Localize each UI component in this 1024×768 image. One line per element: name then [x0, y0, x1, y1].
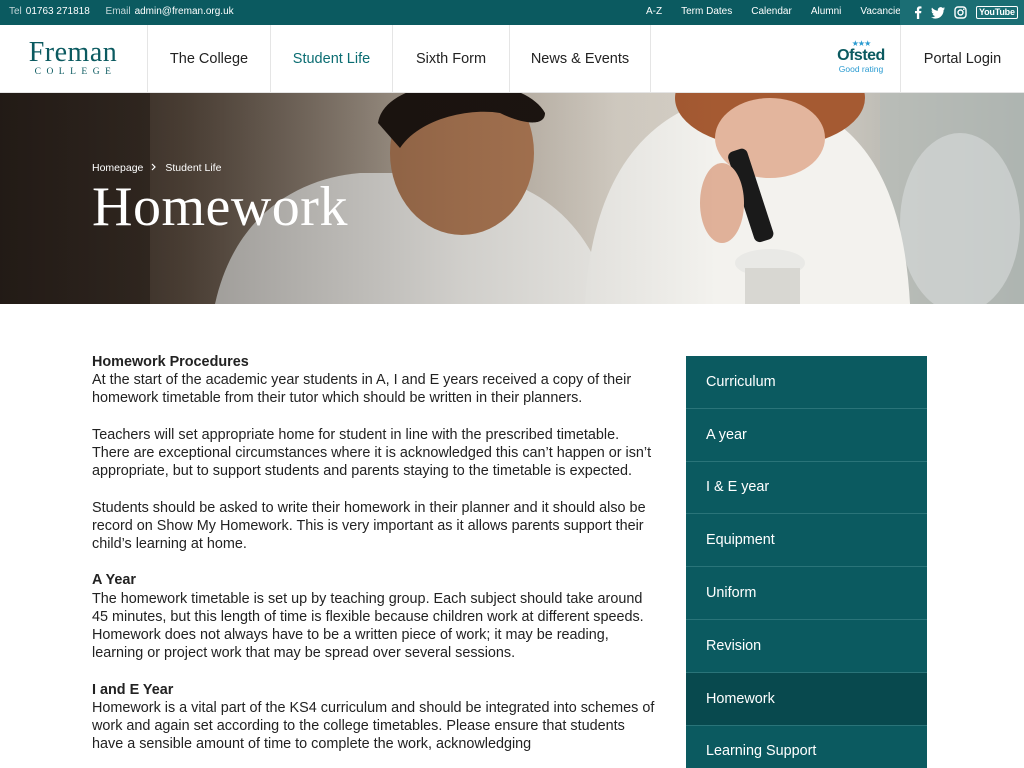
side-menu-a-year[interactable]: A year: [686, 408, 927, 462]
utility-links: A-Z Term Dates Calendar Alumni Vacancies: [646, 6, 906, 17]
ofsted-name: Ofsted: [837, 47, 885, 64]
twitter-icon[interactable]: [931, 6, 945, 19]
section-heading-a-year: A Year: [92, 572, 137, 589]
side-menu-curriculum[interactable]: Curriculum: [686, 356, 927, 409]
link-calendar[interactable]: Calendar: [751, 6, 792, 17]
side-menu-homework[interactable]: Homework: [686, 672, 927, 726]
phone-number[interactable]: 01763 271818: [26, 6, 90, 17]
ofsted-badge: ★★★ Ofsted Good rating: [834, 40, 888, 75]
nav-sixth-form[interactable]: Sixth Form: [392, 25, 509, 92]
paragraph: The homework timetable is set up by teac…: [92, 590, 644, 662]
top-utility-bar: Tel 01763 271818 Email admin@freman.org.uk…: [0, 0, 1024, 25]
paragraph: Students should be asked to write their …: [92, 499, 646, 552]
phone-label: Tel: [9, 6, 22, 17]
instagram-icon[interactable]: [954, 6, 967, 19]
side-menu-uniform[interactable]: Uniform: [686, 567, 927, 620]
link-alumni[interactable]: Alumni: [811, 6, 842, 17]
link-vacancies[interactable]: Vacancies: [860, 6, 905, 17]
youtube-icon[interactable]: YouTube: [976, 6, 1018, 19]
paragraph: Teachers will set appropriate home for s…: [92, 426, 652, 480]
section-heading-i-e-year: I and E Year: [92, 681, 174, 698]
link-a-z[interactable]: A-Z: [646, 6, 662, 17]
side-menu-equipment[interactable]: Equipment: [686, 514, 927, 568]
hero-banner: Homepage Student Life Homework: [0, 93, 1024, 304]
nav-student-life[interactable]: Student Life: [270, 25, 392, 92]
ofsted-rating: Good rating: [838, 64, 884, 74]
breadcrumb-home[interactable]: Homepage: [92, 162, 143, 174]
email-label: Email: [105, 6, 131, 17]
email-address[interactable]: admin@freman.org.uk: [135, 6, 234, 17]
social-links: YouTube: [900, 0, 1024, 25]
contact-info: Tel 01763 271818 Email admin@freman.org.uk: [9, 6, 247, 17]
main-nav: The College Student Life Sixth Form News…: [147, 25, 651, 92]
logo-subtitle: COLLEGE: [34, 67, 117, 77]
link-term-dates[interactable]: Term Dates: [681, 6, 732, 17]
side-menu-i-e-year[interactable]: I & E year: [686, 461, 927, 515]
paragraph: Homework is a vital part of the KS4 curr…: [92, 699, 655, 753]
facebook-icon[interactable]: [914, 6, 922, 19]
phone-contact: Tel 01763 271818: [9, 6, 93, 17]
nav-the-college[interactable]: The College: [147, 25, 270, 92]
college-logo[interactable]: Freman COLLEGE: [22, 37, 124, 78]
paragraph: At the start of the academic year studen…: [92, 372, 632, 407]
chevron-right-icon: [151, 162, 157, 174]
email-contact: Email admin@freman.org.uk: [106, 6, 234, 17]
breadcrumb-current[interactable]: Student Life: [165, 162, 221, 174]
side-menu-learning-support[interactable]: Learning Support: [686, 725, 927, 768]
page-title: Homework: [92, 176, 348, 238]
side-menu-revision[interactable]: Revision: [686, 619, 927, 673]
main-content: Homework Procedures At the start of the …: [92, 353, 658, 768]
site-header: Freman COLLEGE The College Student Life …: [0, 25, 1024, 93]
section-heading-procedures: Homework Procedures: [92, 354, 249, 370]
nav-news-events[interactable]: News & Events: [509, 25, 651, 92]
section-side-menu: Curriculum A year I & E year Equipment U…: [686, 356, 927, 768]
breadcrumb: Homepage Student Life: [92, 162, 221, 174]
logo-wordmark: Freman: [28, 37, 118, 68]
portal-login-button[interactable]: Portal Login: [900, 25, 1024, 92]
